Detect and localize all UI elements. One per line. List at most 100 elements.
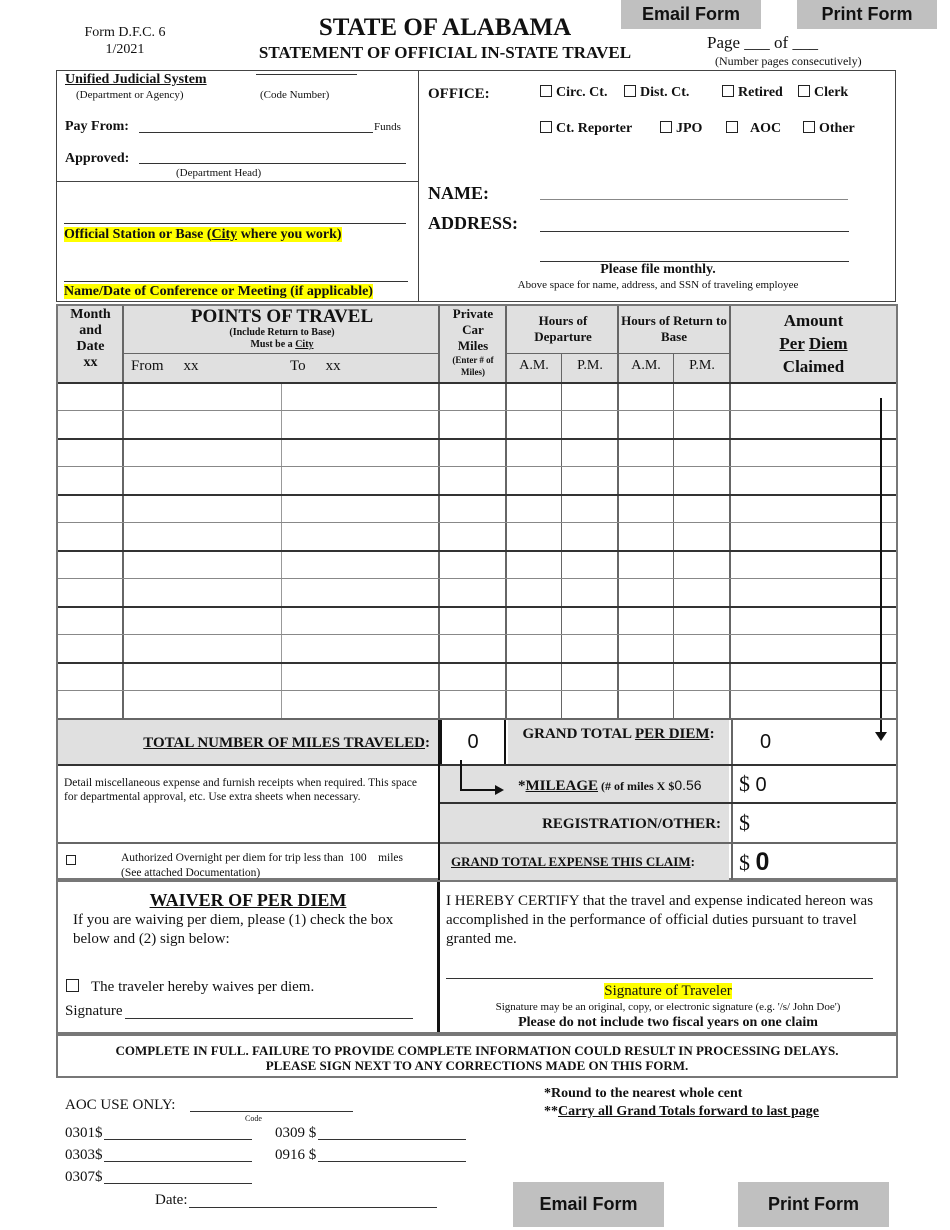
cell-amount-per-diem[interactable]: [731, 580, 871, 605]
cell-amount-per-diem[interactable]: [731, 496, 871, 521]
office-option-aoc[interactable]: AOC: [726, 121, 803, 137]
cell-month-date[interactable]: [58, 440, 122, 465]
cell-to[interactable]: [282, 608, 438, 633]
cell-from[interactable]: [124, 636, 281, 661]
cell-car-miles[interactable]: [440, 384, 505, 409]
cell-return-pm[interactable]: [674, 440, 729, 465]
aoc-date-field[interactable]: [189, 1193, 437, 1208]
cell-return-am[interactable]: [619, 580, 673, 605]
cell-car-miles[interactable]: [440, 608, 505, 633]
cell-departure-pm[interactable]: [562, 440, 617, 465]
address-field-line1[interactable]: [540, 218, 849, 232]
cell-month-date[interactable]: [58, 552, 122, 577]
cell-to[interactable]: [282, 496, 438, 521]
cell-return-am[interactable]: [619, 608, 673, 633]
grand-expense-value[interactable]: $ 0: [731, 844, 896, 880]
cell-departure-am[interactable]: [507, 580, 561, 605]
cell-from[interactable]: [124, 496, 281, 521]
office-option-dist-ct[interactable]: Dist. Ct.: [624, 85, 722, 101]
cell-return-am[interactable]: [619, 496, 673, 521]
cell-departure-pm[interactable]: [562, 412, 617, 437]
cell-from[interactable]: [124, 384, 281, 409]
cell-from[interactable]: [124, 440, 281, 465]
office-option-other[interactable]: Other: [803, 121, 855, 137]
cell-from[interactable]: [124, 692, 281, 717]
checkbox-icon[interactable]: [66, 855, 76, 865]
cell-to[interactable]: [282, 440, 438, 465]
cell-month-date[interactable]: [58, 664, 122, 689]
cell-return-pm[interactable]: [674, 664, 729, 689]
cell-return-pm[interactable]: [674, 412, 729, 437]
cell-return-am[interactable]: [619, 636, 673, 661]
aoc-code-field[interactable]: [190, 1098, 353, 1112]
cell-departure-pm[interactable]: [562, 692, 617, 717]
cell-departure-am[interactable]: [507, 468, 561, 493]
cell-to[interactable]: [282, 636, 438, 661]
office-option-retired[interactable]: Retired: [722, 85, 798, 101]
cell-from[interactable]: [124, 664, 281, 689]
cell-from[interactable]: [124, 580, 281, 605]
cell-return-am[interactable]: [619, 468, 673, 493]
cell-to[interactable]: [282, 552, 438, 577]
cell-departure-pm[interactable]: [562, 552, 617, 577]
official-station-field[interactable]: [64, 210, 406, 224]
cell-car-miles[interactable]: [440, 524, 505, 549]
cell-to[interactable]: [282, 664, 438, 689]
aoc-field-0307-input[interactable]: [104, 1170, 252, 1184]
cell-departure-am[interactable]: [507, 636, 561, 661]
aoc-field-0916-input[interactable]: [318, 1148, 466, 1162]
cell-departure-am[interactable]: [507, 496, 561, 521]
cell-return-pm[interactable]: [674, 496, 729, 521]
cell-return-pm[interactable]: [674, 580, 729, 605]
cell-departure-am[interactable]: [507, 440, 561, 465]
checkbox-icon[interactable]: [803, 121, 815, 133]
approved-field[interactable]: [139, 150, 406, 164]
overnight-checkbox[interactable]: [66, 851, 80, 869]
cell-amount-per-diem[interactable]: [731, 384, 871, 409]
cell-return-pm[interactable]: [674, 692, 729, 717]
cell-car-miles[interactable]: [440, 636, 505, 661]
aoc-field-0309-input[interactable]: [318, 1126, 466, 1140]
name-field[interactable]: [540, 186, 848, 200]
cell-return-pm[interactable]: [674, 636, 729, 661]
cell-to[interactable]: [282, 580, 438, 605]
cell-departure-am[interactable]: [507, 552, 561, 577]
aoc-field-0301-input[interactable]: [104, 1126, 252, 1140]
cell-to[interactable]: [282, 384, 438, 409]
cell-amount-per-diem[interactable]: [731, 552, 871, 577]
cell-car-miles[interactable]: [440, 496, 505, 521]
checkbox-icon[interactable]: [660, 121, 672, 133]
cell-from[interactable]: [124, 524, 281, 549]
email-form-button-top[interactable]: Email Form: [621, 0, 761, 29]
cell-month-date[interactable]: [58, 692, 122, 717]
cell-amount-per-diem[interactable]: [731, 412, 871, 437]
cell-car-miles[interactable]: [440, 580, 505, 605]
cell-month-date[interactable]: [58, 580, 122, 605]
cell-return-pm[interactable]: [674, 552, 729, 577]
cell-to[interactable]: [282, 692, 438, 717]
cell-return-am[interactable]: [619, 384, 673, 409]
total-miles-value[interactable]: 0: [440, 720, 506, 764]
pay-from-field[interactable]: [139, 119, 373, 133]
office-option-circ-ct[interactable]: Circ. Ct.: [540, 85, 624, 101]
mileage-value[interactable]: $ 0: [731, 766, 896, 802]
cell-departure-pm[interactable]: [562, 580, 617, 605]
cell-return-pm[interactable]: [674, 524, 729, 549]
cell-return-am[interactable]: [619, 664, 673, 689]
checkbox-icon[interactable]: [624, 85, 636, 97]
print-form-button-bottom[interactable]: Print Form: [738, 1182, 889, 1227]
office-option-jpo[interactable]: JPO: [660, 121, 726, 137]
cell-month-date[interactable]: [58, 608, 122, 633]
cell-return-pm[interactable]: [674, 468, 729, 493]
cell-car-miles[interactable]: [440, 664, 505, 689]
cell-amount-per-diem[interactable]: [731, 524, 871, 549]
cell-from[interactable]: [124, 468, 281, 493]
cell-return-pm[interactable]: [674, 608, 729, 633]
cell-departure-am[interactable]: [507, 524, 561, 549]
address-field-line2[interactable]: [540, 248, 849, 262]
cell-to[interactable]: [282, 468, 438, 493]
cell-departure-pm[interactable]: [562, 636, 617, 661]
cell-departure-pm[interactable]: [562, 524, 617, 549]
cell-departure-pm[interactable]: [562, 496, 617, 521]
cell-amount-per-diem[interactable]: [731, 440, 871, 465]
